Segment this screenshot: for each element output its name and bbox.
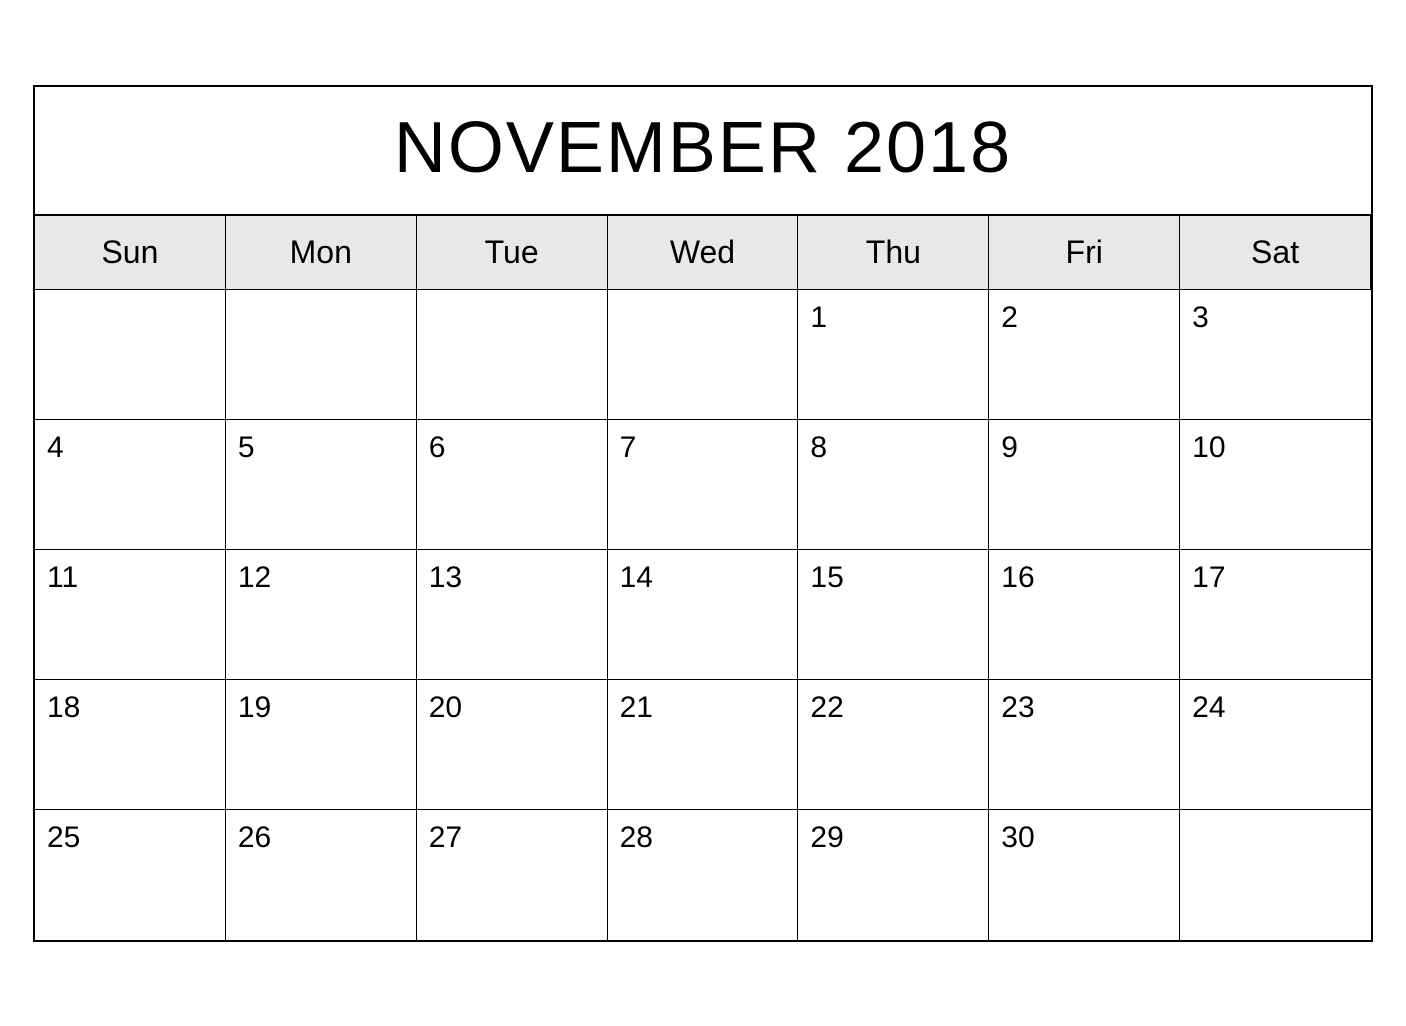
day-cell-25: 25 [35,810,226,940]
day-cell-22: 22 [798,680,989,810]
day-cell-20: 20 [417,680,608,810]
day-header-tue: Tue [417,216,608,290]
day-cell-19: 19 [226,680,417,810]
day-cell-13: 13 [417,550,608,680]
day-cell-empty [1180,810,1371,940]
day-cell-14: 14 [608,550,799,680]
day-cell-17: 17 [1180,550,1371,680]
day-cell-16: 16 [989,550,1180,680]
day-cell-empty [35,290,226,420]
day-cell-empty [226,290,417,420]
calendar-grid: Sun Mon Tue Wed Thu Fri Sat 1 2 3 4 5 6 … [35,216,1371,940]
day-cell-3: 3 [1180,290,1371,420]
day-cell-21: 21 [608,680,799,810]
calendar: NOVEMBER 2018 Sun Mon Tue Wed Thu Fri Sa… [33,85,1373,942]
day-header-mon: Mon [226,216,417,290]
day-cell-28: 28 [608,810,799,940]
day-cell-10: 10 [1180,420,1371,550]
day-cell-12: 12 [226,550,417,680]
day-header-wed: Wed [608,216,799,290]
day-cell-9: 9 [989,420,1180,550]
day-cell-23: 23 [989,680,1180,810]
day-cell-empty [417,290,608,420]
day-header-sun: Sun [35,216,226,290]
day-cell-18: 18 [35,680,226,810]
day-cell-empty [608,290,799,420]
day-cell-24: 24 [1180,680,1371,810]
day-cell-29: 29 [798,810,989,940]
day-header-sat: Sat [1180,216,1371,290]
day-cell-2: 2 [989,290,1180,420]
day-cell-11: 11 [35,550,226,680]
calendar-title: NOVEMBER 2018 [394,108,1012,188]
day-cell-8: 8 [798,420,989,550]
day-cell-15: 15 [798,550,989,680]
day-cell-4: 4 [35,420,226,550]
day-cell-30: 30 [989,810,1180,940]
day-cell-7: 7 [608,420,799,550]
calendar-header: NOVEMBER 2018 [35,87,1371,216]
day-header-thu: Thu [798,216,989,290]
day-cell-26: 26 [226,810,417,940]
day-cell-1: 1 [798,290,989,420]
day-cell-5: 5 [226,420,417,550]
day-header-fri: Fri [989,216,1180,290]
day-cell-27: 27 [417,810,608,940]
day-cell-6: 6 [417,420,608,550]
